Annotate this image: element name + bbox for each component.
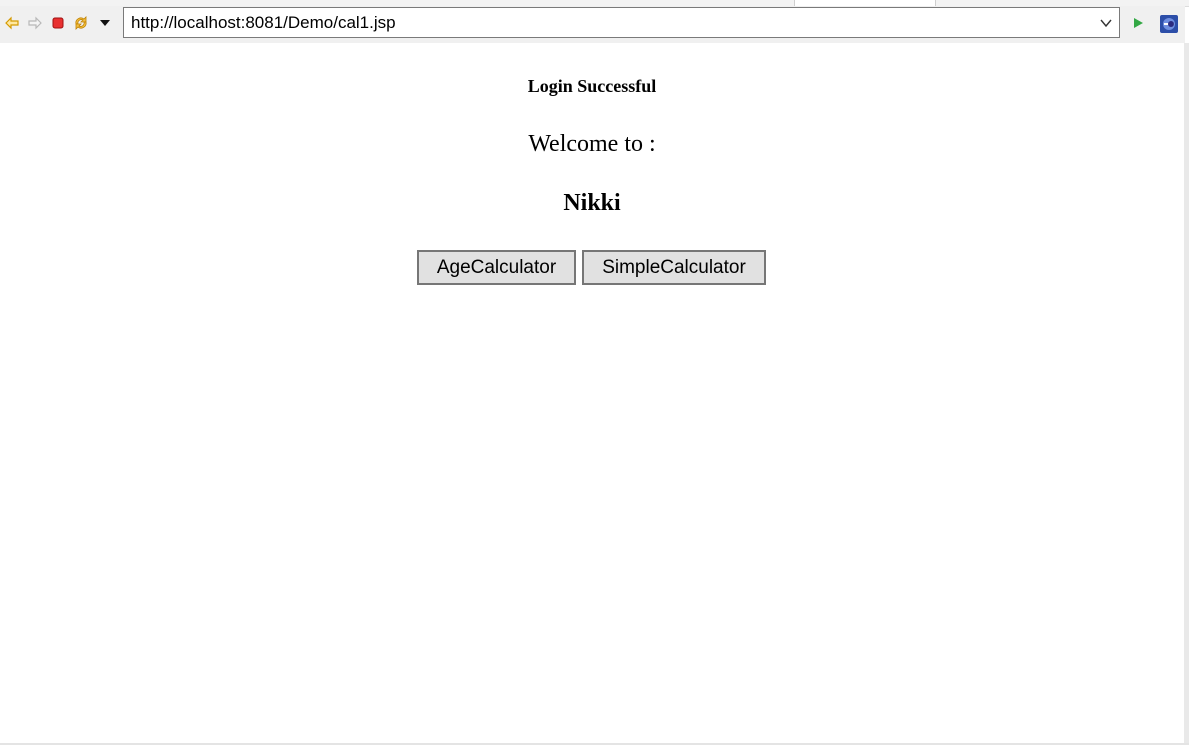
dropdown-triangle-icon[interactable]	[97, 15, 113, 31]
eclipse-icon[interactable]	[1159, 14, 1179, 34]
browser-window: http://localhost:8081/Demo/cal1.jsp Logi…	[0, 0, 1189, 745]
page-content: Login Successful Welcome to : Nikki AgeC…	[0, 43, 1184, 743]
forward-arrow-icon[interactable]	[27, 15, 43, 31]
simple-calculator-button[interactable]: SimpleCalculator	[582, 250, 766, 285]
url-bar[interactable]: http://localhost:8081/Demo/cal1.jsp	[123, 7, 1120, 38]
age-calculator-button[interactable]: AgeCalculator	[417, 250, 576, 285]
right-edge-border	[1184, 43, 1189, 745]
back-arrow-icon[interactable]	[4, 15, 20, 31]
url-text[interactable]: http://localhost:8081/Demo/cal1.jsp	[131, 13, 396, 33]
chevron-down-icon[interactable]	[1095, 10, 1117, 35]
refresh-icon[interactable]	[73, 15, 89, 31]
login-success-heading: Login Successful	[527, 76, 657, 96]
welcome-text: Welcome to :	[528, 131, 656, 157]
username-heading: Nikki	[563, 190, 621, 216]
go-play-icon[interactable]	[1130, 15, 1146, 31]
browser-toolbar: http://localhost:8081/Demo/cal1.jsp	[0, 6, 1185, 43]
stop-icon[interactable]	[50, 15, 66, 31]
